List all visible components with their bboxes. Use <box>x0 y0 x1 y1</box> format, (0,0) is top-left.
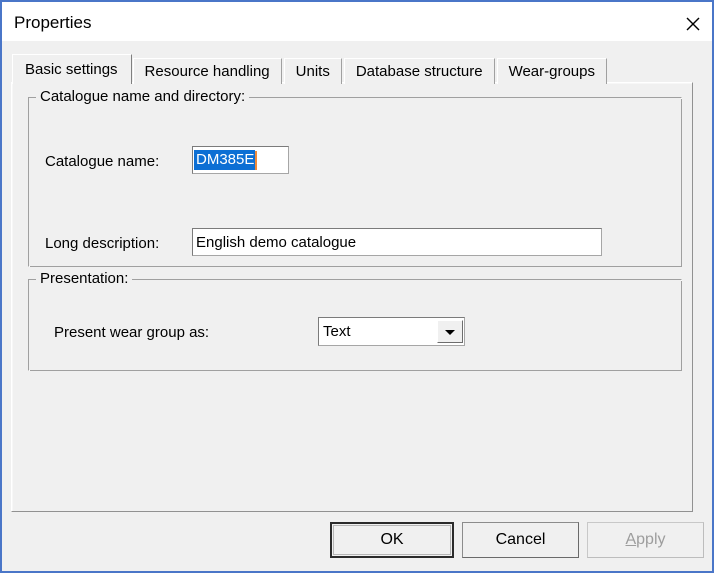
tab-strip: Basic settings Resource handling Units D… <box>12 54 609 84</box>
groupbox-presentation: Presentation: Present wear group as: Tex… <box>28 270 682 371</box>
tab-units[interactable]: Units <box>283 58 342 84</box>
apply-button-label: pply <box>636 531 666 548</box>
long-description-label: Long description: <box>45 235 160 252</box>
tab-database-structure[interactable]: Database structure <box>343 58 495 84</box>
tab-resource-handling[interactable]: Resource handling <box>132 58 282 84</box>
close-icon <box>686 17 699 30</box>
present-wear-group-value: Text <box>323 323 351 340</box>
chevron-down-icon[interactable] <box>437 320 463 343</box>
catalogue-name-input[interactable]: DM385E <box>192 146 289 174</box>
long-description-input[interactable]: English demo catalogue <box>192 228 602 256</box>
groupbox-catalogue-name-and-directory: Catalogue name and directory: Catalogue … <box>28 88 682 267</box>
present-wear-group-label: Present wear group as: <box>54 324 210 341</box>
tab-wear-groups[interactable]: Wear-groups <box>496 58 607 84</box>
catalogue-name-selected-text: DM385E <box>194 150 256 170</box>
ok-button-label: OK <box>380 531 404 548</box>
cancel-button[interactable]: Cancel <box>462 522 579 558</box>
catalogue-name-label: Catalogue name: <box>45 153 160 170</box>
close-button[interactable] <box>669 4 712 43</box>
cancel-button-label: Cancel <box>495 531 546 548</box>
window-title: Properties <box>14 13 92 32</box>
properties-dialog: Properties Basic settings Resource handl… <box>0 0 714 573</box>
apply-button-accelerator: A <box>625 531 637 548</box>
text-caret <box>255 150 258 170</box>
title-bar: Properties <box>2 0 712 43</box>
groupbox-presentation-title: Presentation: <box>36 270 133 287</box>
apply-button[interactable]: Apply <box>587 522 704 558</box>
present-wear-group-select[interactable]: Text <box>318 317 465 346</box>
ok-button[interactable]: OK <box>330 522 454 558</box>
tab-basic-settings[interactable]: Basic settings <box>12 54 132 84</box>
tab-content-panel: Catalogue name and directory: Catalogue … <box>11 82 693 512</box>
groupbox-catalogue-title: Catalogue name and directory: <box>36 88 250 105</box>
long-description-value: English demo catalogue <box>196 233 357 251</box>
tab-content-inner: Catalogue name and directory: Catalogue … <box>12 83 692 511</box>
